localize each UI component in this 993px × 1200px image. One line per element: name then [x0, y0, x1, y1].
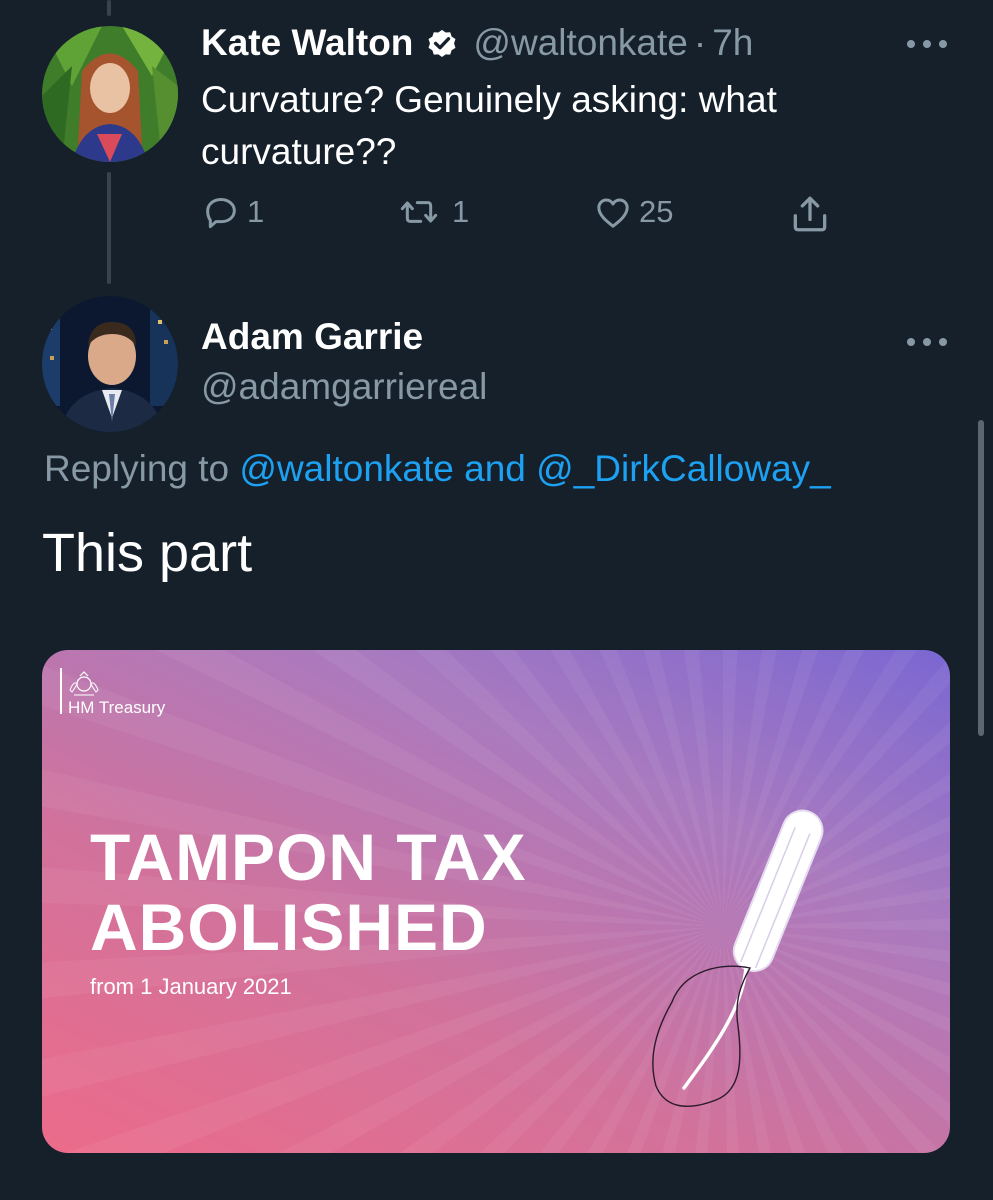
like-icon	[597, 198, 629, 228]
tweet-thread: Kate Walton @waltonkate · 7h Curvature? …	[0, 0, 993, 1200]
tweet1-timestamp[interactable]: 7h	[712, 22, 753, 64]
more-icon[interactable]	[907, 36, 947, 52]
thread-connector	[107, 172, 111, 284]
media-subline: from 1 January 2021	[90, 974, 292, 999]
like-count: 25	[639, 194, 674, 229]
mention-link-waltonkate[interactable]: @waltonkate	[239, 448, 453, 489]
share-button[interactable]	[788, 192, 832, 236]
scrollbar[interactable]	[978, 420, 984, 736]
media-headline: TAMPON TAX ABOLISHED	[90, 822, 527, 962]
reply-count: 1	[247, 194, 265, 229]
tweet1-display-name[interactable]: Kate Walton	[201, 22, 413, 64]
tampon-illustration	[652, 809, 824, 1107]
more-icon[interactable]	[907, 334, 947, 350]
like-button[interactable]: 25	[593, 192, 673, 232]
tweet2-display-name[interactable]: Adam Garrie	[201, 316, 423, 358]
tweet-media-image[interactable]: HM Treasury TAMPON TAX ABOLISHED from 1 …	[42, 650, 950, 1153]
crest-divider	[60, 668, 62, 714]
retweet-button[interactable]: 1	[392, 192, 469, 232]
replying-and[interactable]: and	[464, 448, 526, 489]
royal-crest-icon	[69, 671, 99, 696]
tweet1-handle[interactable]: @waltonkate	[473, 22, 687, 64]
thread-connector-top	[107, 0, 111, 16]
replying-prefix: Replying to	[44, 448, 230, 489]
org-label: HM Treasury	[68, 698, 166, 717]
headline-line-2: ABOLISHED	[90, 890, 488, 964]
retweet-count: 1	[452, 194, 470, 229]
tweet2-text: This part	[42, 523, 253, 583]
verified-badge-icon	[428, 29, 456, 58]
tweet1-text: Curvature? Genuinely asking: what curvat…	[201, 79, 777, 172]
separator-dot: ·	[693, 22, 707, 63]
avatar-adam-garrie[interactable]	[42, 296, 178, 432]
retweet-icon	[400, 201, 438, 223]
headline-line-1: TAMPON TAX	[90, 820, 527, 894]
reply-button[interactable]: 1	[201, 192, 264, 232]
tweet1-header: Kate Walton @waltonkate · 7h	[201, 22, 753, 64]
mention-link-dirkcalloway[interactable]: @_DirkCalloway_	[536, 448, 831, 489]
tweet2-handle[interactable]: @adamgarriereal	[201, 366, 487, 408]
avatar-kate-walton[interactable]	[42, 26, 178, 162]
replying-to: Replying to @waltonkate and @_DirkCallow…	[44, 448, 831, 490]
reply-icon	[206, 198, 236, 229]
share-icon	[793, 196, 827, 232]
